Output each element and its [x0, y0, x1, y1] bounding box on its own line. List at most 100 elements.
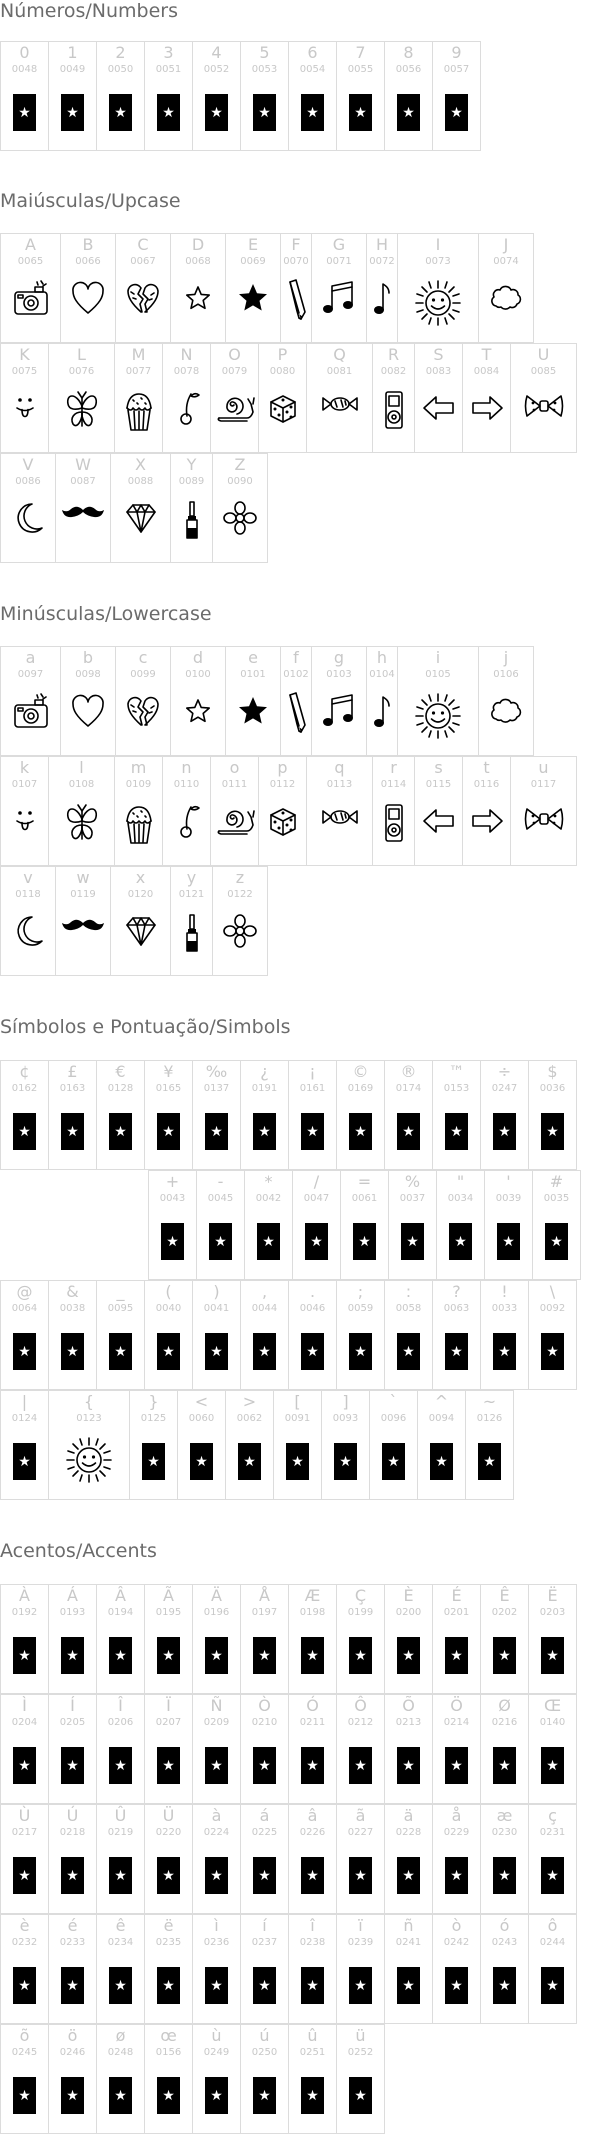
glyph-code: 0061: [351, 1193, 378, 1204]
glyph-preview: ★: [433, 1325, 480, 1370]
glyph-preview: ★: [433, 1959, 480, 2004]
glyph-preview: ★: [289, 1739, 336, 1784]
glyph-preview: ★: [1, 1739, 48, 1784]
star-icon: ★: [13, 2077, 36, 2114]
star-icon: ★: [205, 94, 228, 131]
glyph-character: 1: [67, 43, 78, 62]
glyph-preview: ★: [241, 1849, 288, 1894]
glyph-cell: Á 0193 ★: [48, 1584, 97, 1694]
glyph-cell: * 0042 ★: [244, 1170, 293, 1280]
glyph-row: @0064 ★ & 0038 ★ _ 0095 ★ (0040 ★) 0041 ★, 0044 ★. 004…: [0, 1280, 577, 1390]
glyph-code: 0110: [173, 779, 200, 790]
glyph-character: ú: [259, 2026, 270, 2045]
glyph-preview: ★: [529, 1739, 576, 1784]
glyph-character: Õ: [402, 1696, 415, 1715]
star-icon: ★: [349, 1637, 372, 1674]
arrow-left-icon: [419, 801, 459, 845]
glyph-code: 0249: [203, 2047, 230, 2058]
star-icon: ★: [109, 1113, 132, 1150]
glyph-character: æ: [496, 1806, 513, 1825]
glyph-preview: [307, 801, 372, 837]
glyph-cell: 7 0055 ★: [336, 41, 385, 151]
glyph-code: 0057: [443, 64, 470, 75]
star-icon: ★: [253, 1333, 276, 1370]
glyph-code: 0060: [188, 1413, 215, 1424]
glyph-cell: 3 0051 ★: [144, 41, 193, 151]
glyph-preview: ★: [178, 1435, 225, 1480]
glyph-cell: ô 0244 ★: [528, 1914, 577, 2024]
star-icon: ★: [61, 1637, 84, 1674]
star-icon: ★: [349, 94, 372, 131]
glyph-cell: w 0119: [55, 866, 111, 976]
glyph-cell: j 0106: [478, 646, 534, 756]
glyph-code: 0041: [203, 1303, 230, 1314]
glyph-character: î: [310, 1916, 315, 1935]
glyph-cell: Œ 0140 ★: [528, 1694, 577, 1804]
glyph-preview: ★: [49, 1105, 96, 1150]
glyph-preview: ★: [1, 1959, 48, 2004]
glyph-cell: <0060 ★: [177, 1390, 226, 1500]
glyph-cell: ¢ 0162 ★: [0, 1060, 49, 1170]
single-note-icon: [370, 691, 394, 735]
glyph-cell: ÷ 0247 ★: [480, 1060, 529, 1170]
glyph-code: 0239: [347, 1937, 374, 1948]
star-icon: ★: [109, 1333, 132, 1370]
glyph-cell: Ñ 0209 ★: [192, 1694, 241, 1804]
glyph-character: r: [390, 758, 397, 777]
glyph-cell: % 0037 ★: [388, 1170, 437, 1280]
glyph-row: k 0107 l 0108 m 0109 n 0110 o 0111 p 0112 q 0113 r 0114…: [0, 756, 577, 866]
glyph-code: 0169: [347, 1083, 374, 1094]
glyph-preview: [226, 278, 280, 322]
glyph-preview: ★: [193, 1959, 240, 2004]
star-icon: ★: [349, 1967, 372, 2004]
star-icon: ★: [205, 1967, 228, 2004]
glyph-cell: À 0192 ★: [0, 1584, 49, 1694]
glyph-cell: Ù 0217 ★: [0, 1804, 49, 1914]
glyph-character: ©: [352, 1062, 369, 1081]
glyph-code: 0047: [303, 1193, 330, 1204]
glyph-preview: ★: [289, 1849, 336, 1894]
glyph-character: S: [433, 345, 444, 364]
glyph-character: È: [403, 1586, 414, 1605]
glyph-code: 0107: [11, 779, 38, 790]
star-icon: ★: [157, 1333, 180, 1370]
glyph-cell: M 0077: [114, 343, 163, 453]
glyph-preview: ★: [145, 1105, 192, 1150]
glyph-preview: ★: [533, 1215, 580, 1260]
glyph-cell: / 0047 ★: [292, 1170, 341, 1280]
glyph-cell: f 0102: [280, 646, 312, 756]
glyph-character: #: [549, 1172, 564, 1191]
glyph-character: ì: [214, 1916, 219, 1935]
glyph-code: 0192: [11, 1607, 38, 1618]
glyph-character: n: [181, 758, 192, 777]
glyph-code: 0236: [203, 1937, 230, 1948]
glyph-code: 0174: [395, 1083, 422, 1094]
glyph-code: 0090: [227, 476, 253, 487]
glyph-character: Ø: [498, 1696, 511, 1715]
glyph-character: á: [259, 1806, 270, 1825]
glyph-character: ¥: [163, 1062, 174, 1081]
glyph-preview: ★: [241, 1739, 288, 1784]
star-icon: ★: [13, 1113, 36, 1150]
glyph-preview: ★: [385, 1849, 432, 1894]
glyph-code: 0048: [11, 64, 38, 75]
glyph-character: Z: [234, 455, 246, 474]
star-icon: ★: [253, 1967, 276, 2004]
star-icon: ★: [497, 1223, 520, 1260]
glyph-cell: £0163 ★: [48, 1060, 97, 1170]
glyph-character: œ: [160, 2026, 177, 2045]
glyph-character: Y: [186, 455, 197, 474]
glyph-character: à: [211, 1806, 222, 1825]
star-icon: ★: [253, 2077, 276, 2114]
glyph-code: 0123: [76, 1413, 102, 1424]
cherry-icon: [173, 388, 201, 432]
glyph-character: å: [451, 1806, 462, 1825]
glyph-character: ~: [482, 1392, 497, 1411]
glyph-cell: É 0201 ★: [432, 1584, 481, 1694]
glyph-preview: ★: [1, 1325, 48, 1370]
glyph-character: G: [332, 235, 346, 254]
glyph-row: A 0065 B 0066 C 0067 D 0068 E 0069 F 0070 G 0071 H 0072…: [0, 233, 534, 343]
glyph-cell: x 0120: [110, 866, 171, 976]
glyph-preview: ★: [289, 2069, 336, 2114]
glyph-code: 0246: [59, 2047, 86, 2058]
